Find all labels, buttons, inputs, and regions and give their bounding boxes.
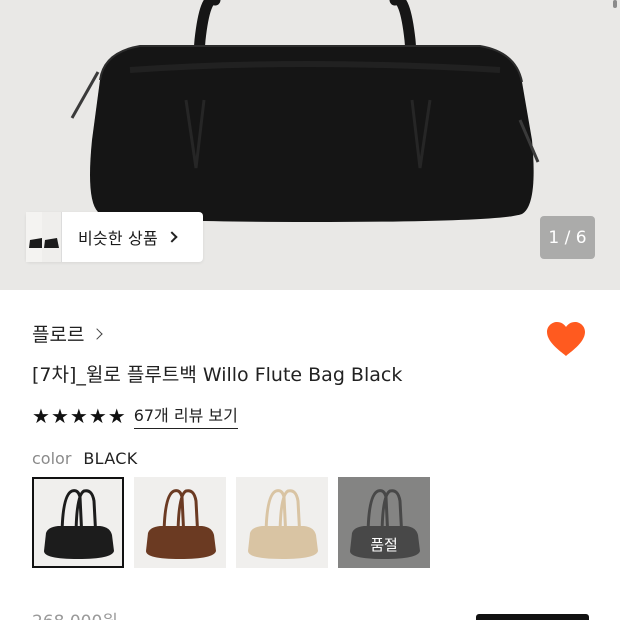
chevron-right-icon	[91, 327, 104, 340]
rating-stars: ★ ★ ★ ★ ★	[32, 406, 126, 426]
similar-thumbnails	[26, 212, 64, 262]
color-swatch[interactable]	[134, 477, 226, 568]
product-title: [7차]_윌로 플루트백 Willo Flute Bag Black	[32, 364, 403, 386]
soldout-badge: 품절	[370, 536, 398, 554]
brand-link[interactable]: 플로르	[32, 320, 104, 347]
similar-thumbnail	[42, 212, 62, 262]
review-link[interactable]: 67개 리뷰 보기	[133, 402, 238, 429]
color-value: BLACK	[83, 449, 138, 468]
price: 268,000원	[32, 607, 118, 620]
image-pager: 1 / 6	[540, 216, 595, 259]
color-label: color	[32, 449, 72, 468]
chevron-right-icon	[166, 231, 178, 243]
color-swatch[interactable]	[236, 477, 328, 568]
color-swatch[interactable]	[32, 477, 124, 568]
similar-products-button[interactable]: 비슷한 상품	[26, 212, 203, 262]
star-icon: ★	[69, 403, 88, 428]
similar-products-label: 비슷한 상품	[78, 229, 158, 248]
star-icon: ★	[50, 403, 69, 428]
soldout-overlay: 품절	[338, 477, 430, 568]
star-icon: ★	[107, 403, 126, 428]
scrollbar[interactable]	[613, 0, 617, 8]
color-row: color BLACK	[32, 449, 138, 468]
star-icon: ★	[32, 403, 50, 428]
color-swatch[interactable]: 품절	[338, 477, 430, 568]
heart-icon[interactable]	[545, 320, 587, 358]
star-icon: ★	[88, 403, 107, 428]
rating-row: ★ ★ ★ ★ ★ 67개 리뷰 보기	[32, 402, 238, 429]
color-swatches: 품절	[32, 477, 430, 568]
product-image-gallery[interactable]: 비슷한 상품 1 / 6	[0, 0, 620, 290]
buy-button[interactable]	[476, 614, 589, 620]
brand-name: 플로르	[32, 324, 85, 346]
